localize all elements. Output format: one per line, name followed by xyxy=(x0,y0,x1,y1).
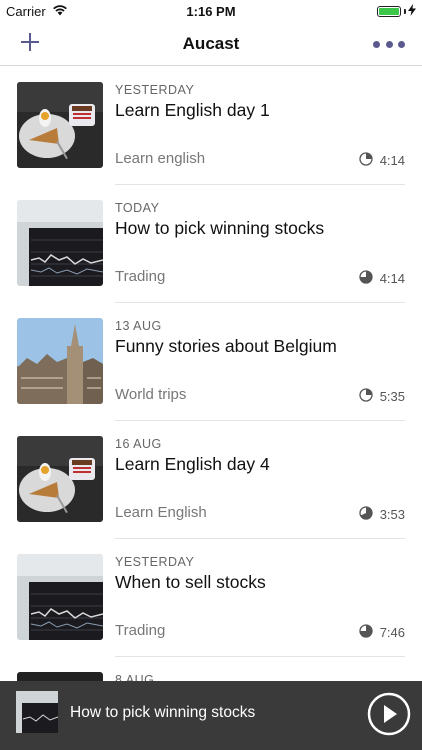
episode-row[interactable]: TODAY How to pick winning stocks Trading… xyxy=(0,185,422,303)
episode-list[interactable]: YESTERDAY Learn English day 1 Learn engl… xyxy=(0,67,422,681)
more-button[interactable] xyxy=(373,35,405,53)
episode-category: Learn English xyxy=(115,504,207,521)
episode-category: Learn english xyxy=(115,150,206,167)
episode-row[interactable]: 8 AUG xyxy=(0,657,422,681)
episode-title: When to sell stocks xyxy=(115,572,266,592)
episode-duration: 4:14 xyxy=(379,271,405,286)
nav-bar: Aucast xyxy=(0,22,422,66)
episode-thumbnail xyxy=(17,436,103,522)
progress-pie-icon xyxy=(359,270,373,287)
episode-duration: 3:53 xyxy=(379,507,405,522)
episode-thumbnail xyxy=(17,672,103,681)
episode-title: Funny stories about Belgium xyxy=(115,336,337,356)
play-icon xyxy=(366,692,412,741)
episode-date: TODAY xyxy=(115,201,160,215)
episode-duration: 4:14 xyxy=(379,153,405,168)
plus-icon xyxy=(19,31,41,58)
episode-date: 8 AUG xyxy=(115,673,155,681)
episode-row[interactable]: 13 AUG Funny stories about Belgium World… xyxy=(0,303,422,421)
charging-icon xyxy=(408,3,416,19)
episode-duration: 5:35 xyxy=(379,389,405,404)
add-button[interactable] xyxy=(17,31,43,57)
episode-category: Trading xyxy=(115,268,166,285)
episode-date: YESTERDAY xyxy=(115,83,195,97)
episode-row[interactable]: YESTERDAY When to sell stocks Trading 7:… xyxy=(0,539,422,657)
wifi-icon xyxy=(52,4,68,19)
more-dot-icon xyxy=(373,40,380,48)
episode-category: World trips xyxy=(115,386,187,403)
play-button[interactable] xyxy=(366,691,412,737)
page-title: Aucast xyxy=(182,33,240,53)
episode-duration: 7:46 xyxy=(379,625,405,640)
progress-pie-icon xyxy=(359,624,373,641)
episode-category: Trading xyxy=(115,622,166,639)
episode-title: How to pick winning stocks xyxy=(115,218,325,238)
progress-pie-icon xyxy=(359,388,373,405)
episode-thumbnail xyxy=(17,82,103,168)
episode-thumbnail xyxy=(17,554,103,640)
player-thumbnail xyxy=(16,691,58,733)
carrier-label: Carrier xyxy=(6,3,46,19)
episode-date: YESTERDAY xyxy=(115,555,195,569)
episode-title: Learn English day 4 xyxy=(115,454,270,474)
mini-player[interactable]: How to pick winning stocks xyxy=(0,681,422,750)
battery-icon xyxy=(377,5,401,17)
player-title: How to pick winning stocks xyxy=(70,704,256,721)
progress-pie-icon xyxy=(359,506,373,523)
episode-date: 13 AUG xyxy=(115,319,162,333)
episode-thumbnail xyxy=(17,200,103,286)
episode-row[interactable]: 16 AUG Learn English day 4 Learn English… xyxy=(0,421,422,539)
episode-thumbnail xyxy=(17,318,103,404)
status-bar: Carrier 1:16 PM xyxy=(0,0,422,22)
episode-title: Learn English day 1 xyxy=(115,100,270,120)
progress-pie-icon xyxy=(359,152,373,169)
episode-row[interactable]: YESTERDAY Learn English day 1 Learn engl… xyxy=(0,67,422,185)
episode-date: 16 AUG xyxy=(115,437,162,451)
